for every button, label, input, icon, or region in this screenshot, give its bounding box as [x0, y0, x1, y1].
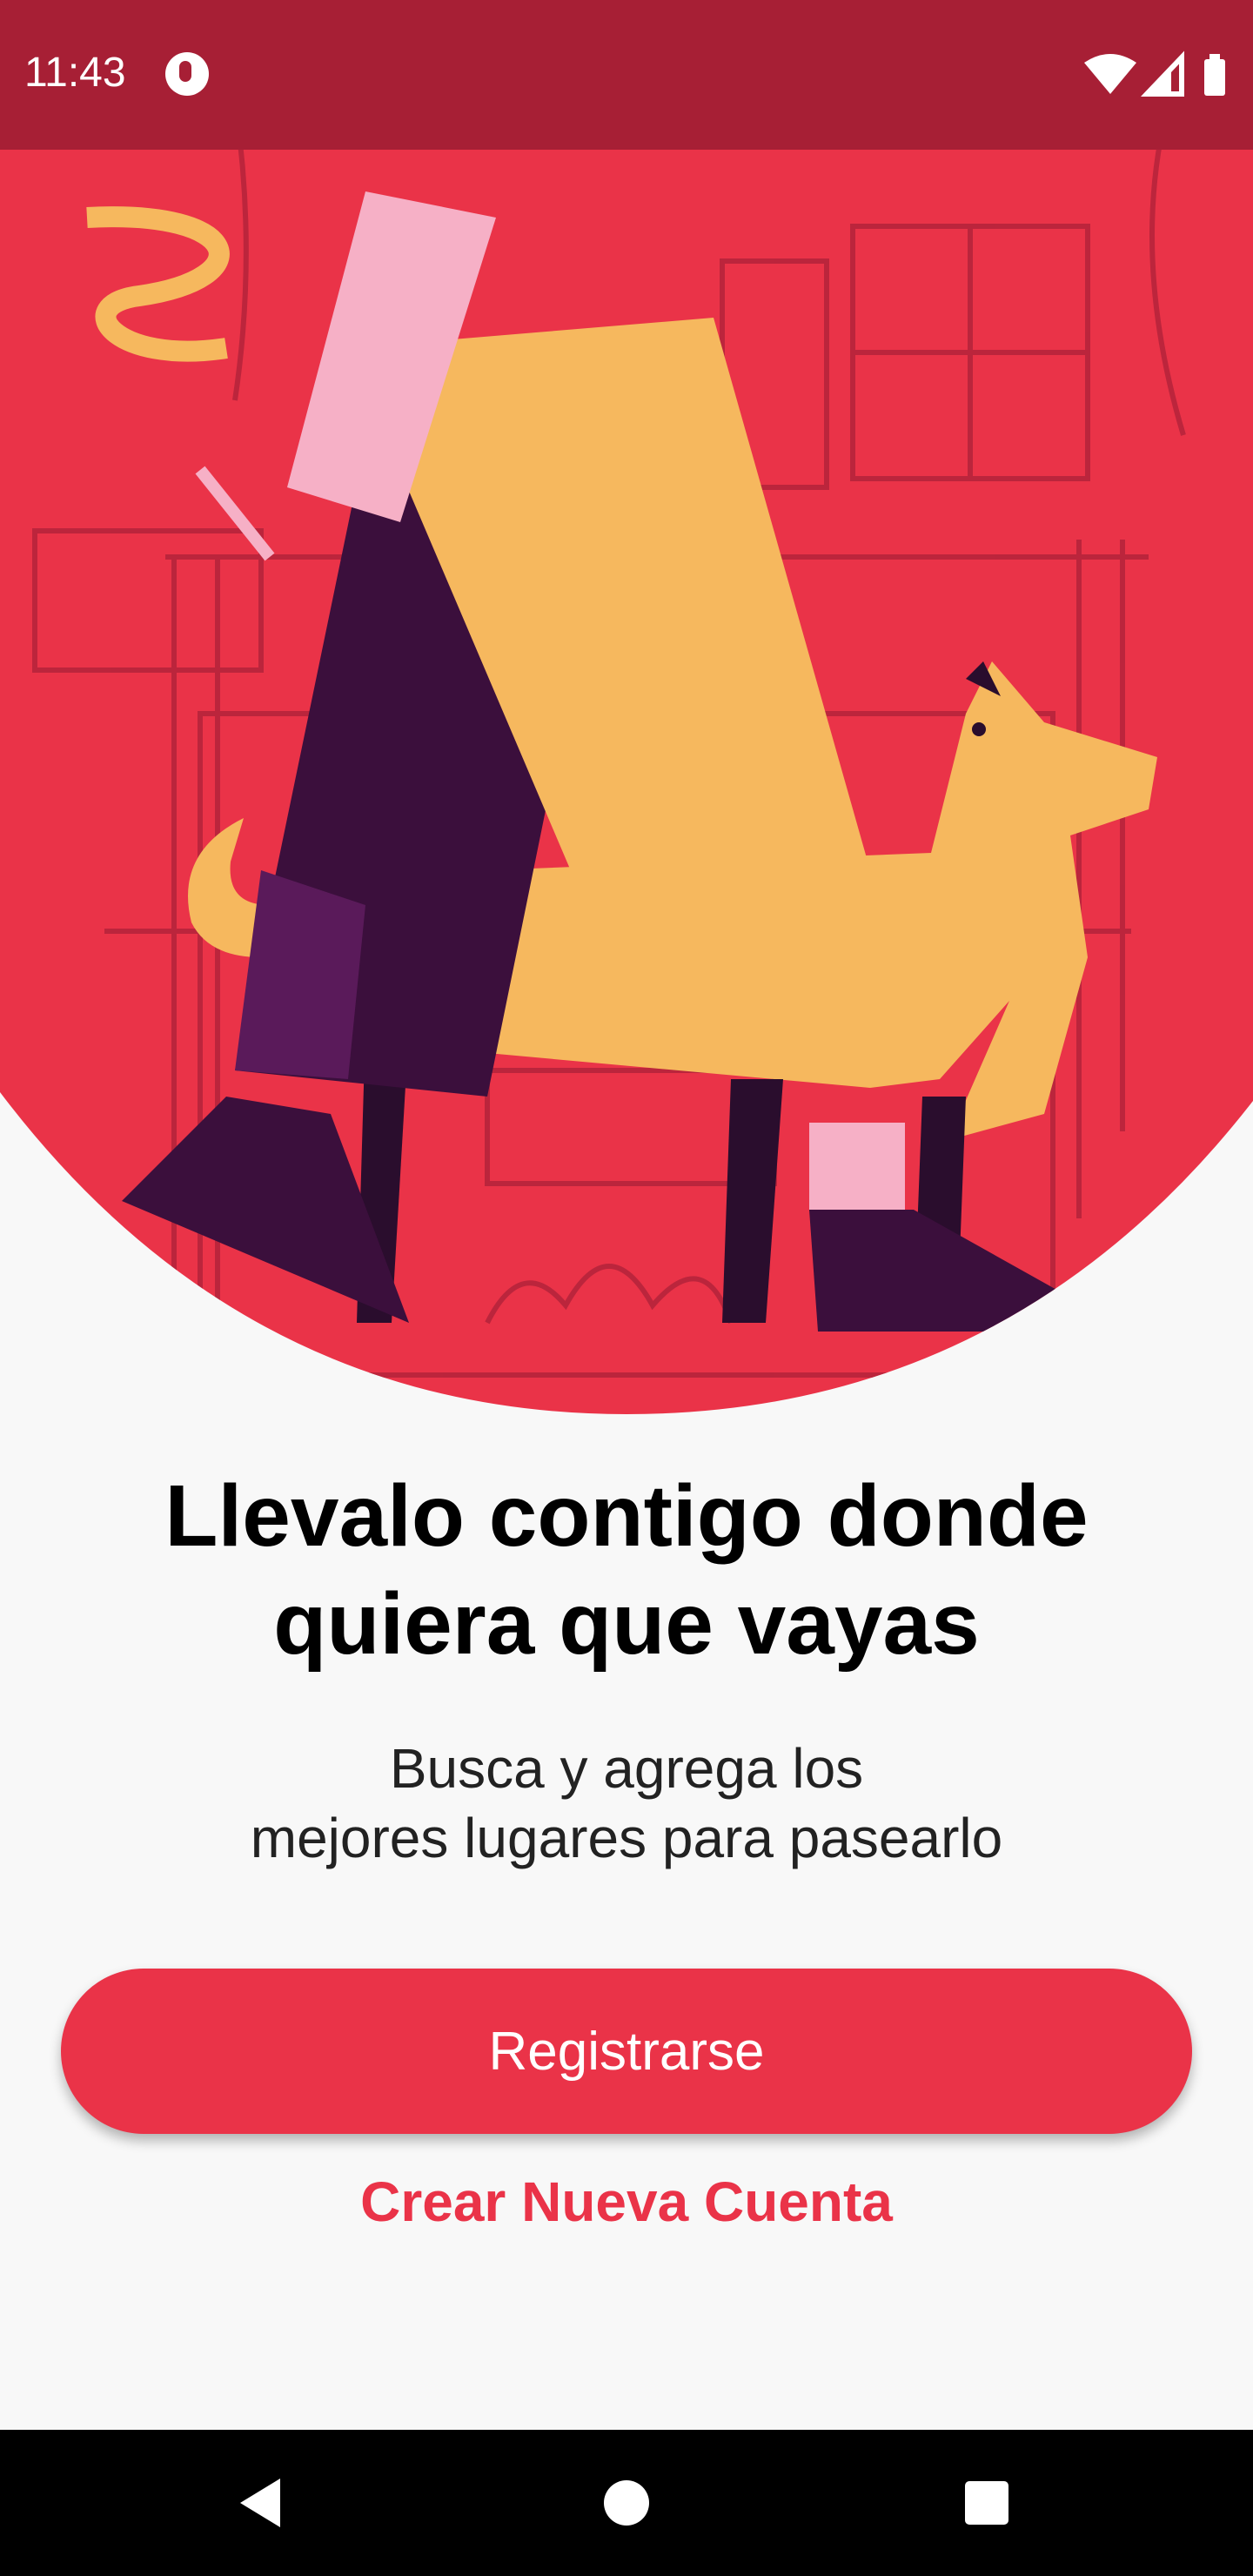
create-account-link[interactable]: Crear Nueva Cuenta	[0, 2167, 1253, 2237]
home-button[interactable]	[553, 2430, 700, 2576]
register-button[interactable]: Registrarse	[61, 1969, 1192, 2134]
subtitle-line-1: Busca y agrega los	[389, 1737, 864, 1800]
status-icons	[1084, 50, 1232, 99]
wifi-icon	[1084, 54, 1136, 94]
status-time: 11:43	[24, 50, 126, 96]
cellular-signal-icon	[1141, 50, 1184, 97]
home-icon	[604, 2480, 649, 2526]
back-icon	[240, 2479, 280, 2527]
page-title: Llevalo contigo donde quiera que vayas	[0, 1462, 1253, 1678]
page-subtitle: Busca y agrega los mejores lugares para …	[0, 1734, 1253, 1873]
recents-button[interactable]	[914, 2430, 1060, 2576]
recents-icon	[965, 2481, 1008, 2525]
status-bar: 11:43	[0, 0, 1253, 150]
hero-illustration	[0, 0, 1253, 1414]
back-button[interactable]	[188, 2430, 334, 2576]
title-line-2: quiera que vayas	[273, 1575, 980, 1673]
system-nav-bar	[0, 2430, 1253, 2576]
battery-icon	[1204, 54, 1225, 96]
subtitle-line-2: mejores lugares para pasearlo	[250, 1807, 1003, 1869]
app-notification-icon	[165, 52, 209, 96]
title-line-1: Llevalo contigo donde	[164, 1467, 1089, 1565]
